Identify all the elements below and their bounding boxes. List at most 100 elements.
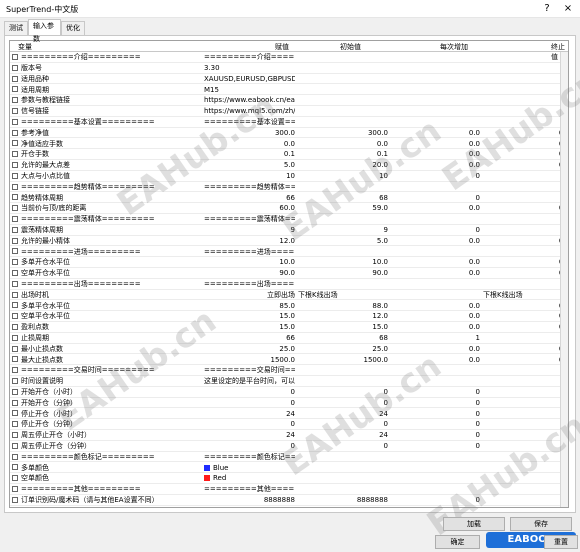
step-value[interactable]: 0.0 [391,140,480,148]
optimize-checkbox[interactable] [12,313,18,320]
stop-value[interactable]: 0.0 [483,323,568,331]
parameter-value[interactable]: 66 [204,194,295,202]
parameter-value[interactable]: 0 [204,388,295,396]
parameter-value[interactable]: =========颜色标记========= [204,453,295,461]
stop-value[interactable]: 0 [483,172,568,180]
step-value[interactable]: 0.0 [391,150,480,158]
optimize-checkbox[interactable] [12,54,18,60]
stop-value[interactable]: 0.0 [483,129,568,137]
parameter-value[interactable]: 10 [204,172,295,180]
optimize-checkbox[interactable] [12,496,18,503]
start-value[interactable]: 10 [298,172,388,180]
start-value[interactable]: 15.0 [298,323,388,331]
parameter-value[interactable]: 3.30 [204,64,295,72]
parameter-value[interactable]: M15 [204,86,295,94]
table-row[interactable]: 大点与小点比值101000 [10,171,568,182]
table-row[interactable]: 盈利点数15.015.00.00.0 [10,322,568,333]
start-value[interactable]: 300.0 [298,129,388,137]
start-value[interactable]: 90.0 [298,269,388,277]
step-value[interactable]: 0 [391,442,480,450]
table-row[interactable]: =========介绍========= =========介绍========= [10,52,560,63]
optimize-checkbox[interactable] [12,291,18,298]
step-value[interactable]: 0.0 [391,345,480,353]
step-value[interactable]: 0 [391,399,480,407]
optimize-checkbox[interactable] [12,129,18,136]
table-row[interactable]: 空单颜色 Red [10,473,560,484]
optimize-checkbox[interactable] [12,226,18,233]
parameter-value[interactable]: 0 [204,420,295,428]
table-row[interactable]: 趋势精体周期666800 [10,192,568,204]
parameter-value[interactable]: 60.0 [204,204,295,212]
reset-button[interactable]: 重置 [544,535,578,549]
stop-value[interactable]: 0 [483,420,568,428]
start-value[interactable]: 68 [298,194,388,202]
table-row[interactable]: =========颜色标记========= =========颜色标记=====… [10,452,560,463]
stop-value[interactable]: 73 [483,334,568,342]
stop-value[interactable]: 0.0 [483,150,568,158]
table-row[interactable]: 当前价与顶/底的距离60.059.00.00.0 [10,203,568,214]
stop-value[interactable]: 0 [483,226,568,234]
stop-value[interactable]: 0.0 [483,345,568,353]
optimize-checkbox[interactable] [12,334,18,341]
optimize-checkbox[interactable] [12,421,18,428]
optimize-checkbox[interactable] [12,378,18,384]
parameter-value[interactable]: =========交易时间========= [204,366,295,374]
table-row[interactable]: 订单注释[eabook]SuperTrend [10,506,560,508]
table-row[interactable]: =========趋势精体========= =========趋势精体=====… [10,182,560,193]
step-value[interactable]: 0 [391,194,480,202]
optimize-checkbox[interactable] [12,486,18,492]
step-value[interactable]: 0 [391,410,480,418]
start-value[interactable]: 25.0 [298,345,388,353]
vertical-scrollbar[interactable] [560,52,568,507]
optimize-checkbox[interactable] [12,248,18,255]
step-value[interactable]: 0.0 [391,204,480,212]
table-row[interactable]: 周五停止开仓（小时）242400 [10,430,568,441]
table-row[interactable]: 开始开仓（小时）0000 [10,387,568,398]
step-value[interactable]: 0.0 [391,356,480,364]
step-value[interactable]: 0.0 [391,237,480,245]
parameter-value[interactable]: https://www.eabook.cn/ea-224-1-1.html [204,96,295,104]
optimize-checkbox[interactable] [12,75,18,82]
step-value[interactable]: 0 [391,172,480,180]
table-row[interactable]: 震荡精体周期9900 [10,225,568,236]
table-row[interactable]: 参数与教程链接 https://www.eabook.cn/ea-224-1-1.… [10,95,560,106]
start-value[interactable]: 0 [298,420,388,428]
stop-value[interactable]: 下根K线出场 [483,291,568,299]
optimize-checkbox[interactable] [12,151,18,158]
table-row[interactable]: 适用周期 M15 [10,84,560,96]
parameter-value[interactable]: 24 [204,410,295,418]
optimize-checkbox[interactable] [12,162,18,168]
parameter-value[interactable]: =========震荡精体========= [204,215,295,223]
optimize-checkbox[interactable] [12,118,18,125]
table-row[interactable]: 开仓手数0.10.10.00.0 [10,149,568,160]
parameter-value[interactable]: 12.0 [204,237,295,245]
table-row[interactable]: 周五停止开仓（分钟）0000 [10,441,568,452]
start-value[interactable]: 0.1 [298,150,388,158]
parameter-value[interactable]: 0.0 [204,140,295,148]
table-row[interactable]: =========其他========= =========其他========= [10,484,560,495]
stop-value[interactable]: 0.0 [483,161,568,169]
stop-value[interactable]: 0.0 [483,140,568,148]
table-row[interactable]: 空单开仓水平位90.090.00.00.0 [10,268,568,279]
table-row[interactable]: 多单平仓水平位85.088.00.00.0 [10,300,568,312]
start-value[interactable]: 10.0 [298,258,388,266]
optimize-checkbox[interactable] [12,97,18,104]
parameter-value[interactable]: =========其他========= [204,485,295,493]
step-value[interactable]: 0.0 [391,269,480,277]
table-row[interactable]: 最大止损点数1500.01500.00.00.0 [10,354,568,366]
parameter-value[interactable]: =========基本设置========= [204,118,295,126]
table-row[interactable]: 适用品种 XAUUSD,EURUSD,GBPUSD,GBPJPY,USDJPY,N… [10,74,560,85]
optimize-checkbox[interactable] [12,367,18,374]
step-value[interactable]: 0.0 [391,258,480,266]
table-row[interactable]: 空单平仓水平位15.012.00.00.0 [10,311,568,322]
stop-value[interactable]: 0 [483,410,568,418]
optimize-checkbox[interactable] [12,237,18,244]
start-value[interactable]: 0.0 [298,140,388,148]
optimize-checkbox[interactable] [12,270,18,276]
step-value[interactable]: 0.0 [391,312,480,320]
start-value[interactable]: 1500.0 [298,356,389,364]
parameter-value[interactable]: =========进场========= [204,248,295,256]
start-value[interactable]: 0 [298,442,388,450]
stop-value[interactable]: 0.0 [483,269,568,277]
start-value[interactable]: 68 [298,334,388,342]
